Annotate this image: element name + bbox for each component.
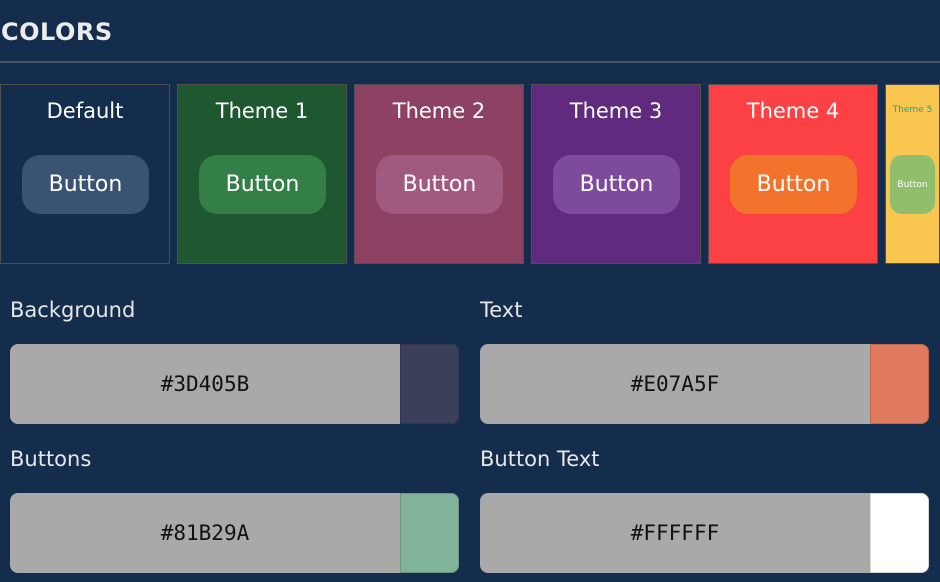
theme-preview-button[interactable]: Button xyxy=(553,155,680,214)
theme-preview-button[interactable]: Button xyxy=(730,155,857,214)
color-label: Buttons xyxy=(10,447,92,471)
theme-preview-button[interactable]: Button xyxy=(376,155,503,214)
color-hex-value[interactable]: #FFFFFF xyxy=(480,493,870,573)
theme-name: Theme 5 xyxy=(892,105,933,115)
divider xyxy=(0,61,940,63)
color-swatch[interactable] xyxy=(400,344,459,424)
color-input[interactable]: #FFFFFF xyxy=(480,493,929,573)
color-swatch[interactable] xyxy=(400,493,459,573)
section-title: COLORS xyxy=(1,18,113,46)
theme-name: Theme 4 xyxy=(746,99,840,123)
theme-preview-button[interactable]: Button xyxy=(22,155,149,214)
theme-card-1[interactable]: Theme 1 Button xyxy=(177,84,347,264)
theme-card-5[interactable]: Theme 5 Button xyxy=(885,84,940,264)
color-input[interactable]: #81B29A xyxy=(10,493,459,573)
color-input[interactable]: #E07A5F xyxy=(480,344,929,424)
theme-card-4[interactable]: Theme 4 Button xyxy=(708,84,878,264)
theme-preview-button[interactable]: Button xyxy=(199,155,326,214)
color-label: Button Text xyxy=(480,447,600,471)
theme-name: Theme 3 xyxy=(569,99,663,123)
color-hex-value[interactable]: #3D405B xyxy=(10,344,400,424)
theme-name: Theme 2 xyxy=(392,99,486,123)
color-input[interactable]: #3D405B xyxy=(10,344,459,424)
color-label: Background xyxy=(10,298,136,322)
color-swatch[interactable] xyxy=(870,344,929,424)
color-hex-value[interactable]: #81B29A xyxy=(10,493,400,573)
theme-preview-button[interactable]: Button xyxy=(890,155,935,214)
color-label: Text xyxy=(480,298,523,322)
theme-name: Theme 1 xyxy=(215,99,309,123)
theme-card-0[interactable]: Default Button xyxy=(0,84,170,264)
color-swatch[interactable] xyxy=(870,493,929,573)
theme-card-2[interactable]: Theme 2 Button xyxy=(354,84,524,264)
theme-name: Default xyxy=(46,99,124,123)
theme-card-3[interactable]: Theme 3 Button xyxy=(531,84,701,264)
color-hex-value[interactable]: #E07A5F xyxy=(480,344,870,424)
